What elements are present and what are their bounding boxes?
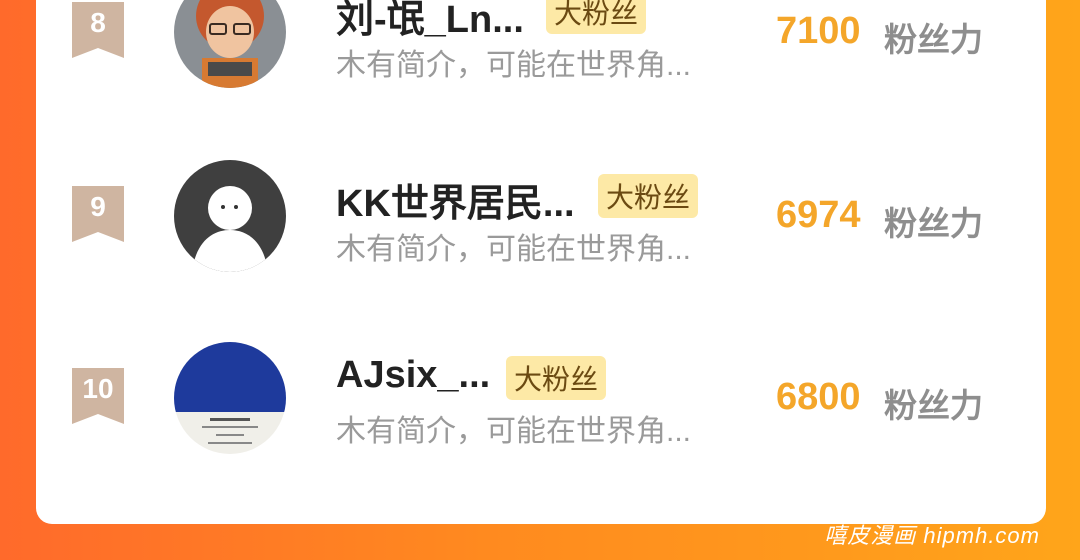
fan-power-score: 6974	[776, 194, 861, 236]
fan-power-label: 粉丝力	[884, 387, 983, 424]
fan-power-label: 粉丝力	[884, 205, 983, 242]
user-bio: 木有简介，可能在世界角...	[336, 415, 692, 448]
rank-badge: 10	[72, 368, 124, 424]
rank-number: 9	[90, 191, 106, 222]
fan-power-label: 粉丝力	[884, 21, 983, 58]
avatar[interactable]	[174, 160, 286, 272]
ranking-row-10[interactable]: 10 AJsix_... 大粉丝 木有简介，可能在世界角... 6800 粉丝力	[36, 342, 1046, 492]
site-watermark: 嘻皮漫画 hipmh.com	[824, 523, 1040, 548]
user-name[interactable]: KK世界居民...	[336, 172, 575, 227]
fan-power-score: 7100	[776, 10, 861, 52]
avatar[interactable]	[174, 342, 286, 454]
fan-power-score: 6800	[776, 376, 861, 418]
ranking-row-8[interactable]: 8 刘-氓_Ln... 大粉丝 木有简介，可能在世界角... 7100 粉丝力	[36, 0, 1046, 126]
rank-number: 10	[82, 373, 114, 404]
user-name[interactable]: AJsix_...	[336, 354, 490, 397]
rank-badge: 8	[72, 2, 124, 58]
fan-level-badge: 大粉丝	[598, 174, 699, 218]
user-bio: 木有简介，可能在世界角...	[336, 49, 692, 82]
avatar[interactable]	[174, 0, 286, 88]
poster-image-icon	[174, 342, 286, 454]
fan-level-badge: 大粉丝	[506, 356, 607, 400]
rank-number: 8	[90, 7, 106, 38]
ranking-row-9[interactable]: 9 KK世界居民... 大粉丝 木有简介，可能在世界角... 6974 粉丝力	[36, 160, 1046, 310]
rank-badge: 9	[72, 186, 124, 242]
fan-level-badge: 大粉丝	[546, 0, 647, 34]
user-name[interactable]: 刘-氓_Ln...	[336, 0, 524, 43]
default-user-icon	[174, 160, 286, 272]
user-bio: 木有简介，可能在世界角...	[336, 233, 692, 266]
ranking-card: 8 刘-氓_Ln... 大粉丝 木有简介，可能在世界角... 7100 粉丝力 …	[36, 0, 1046, 524]
